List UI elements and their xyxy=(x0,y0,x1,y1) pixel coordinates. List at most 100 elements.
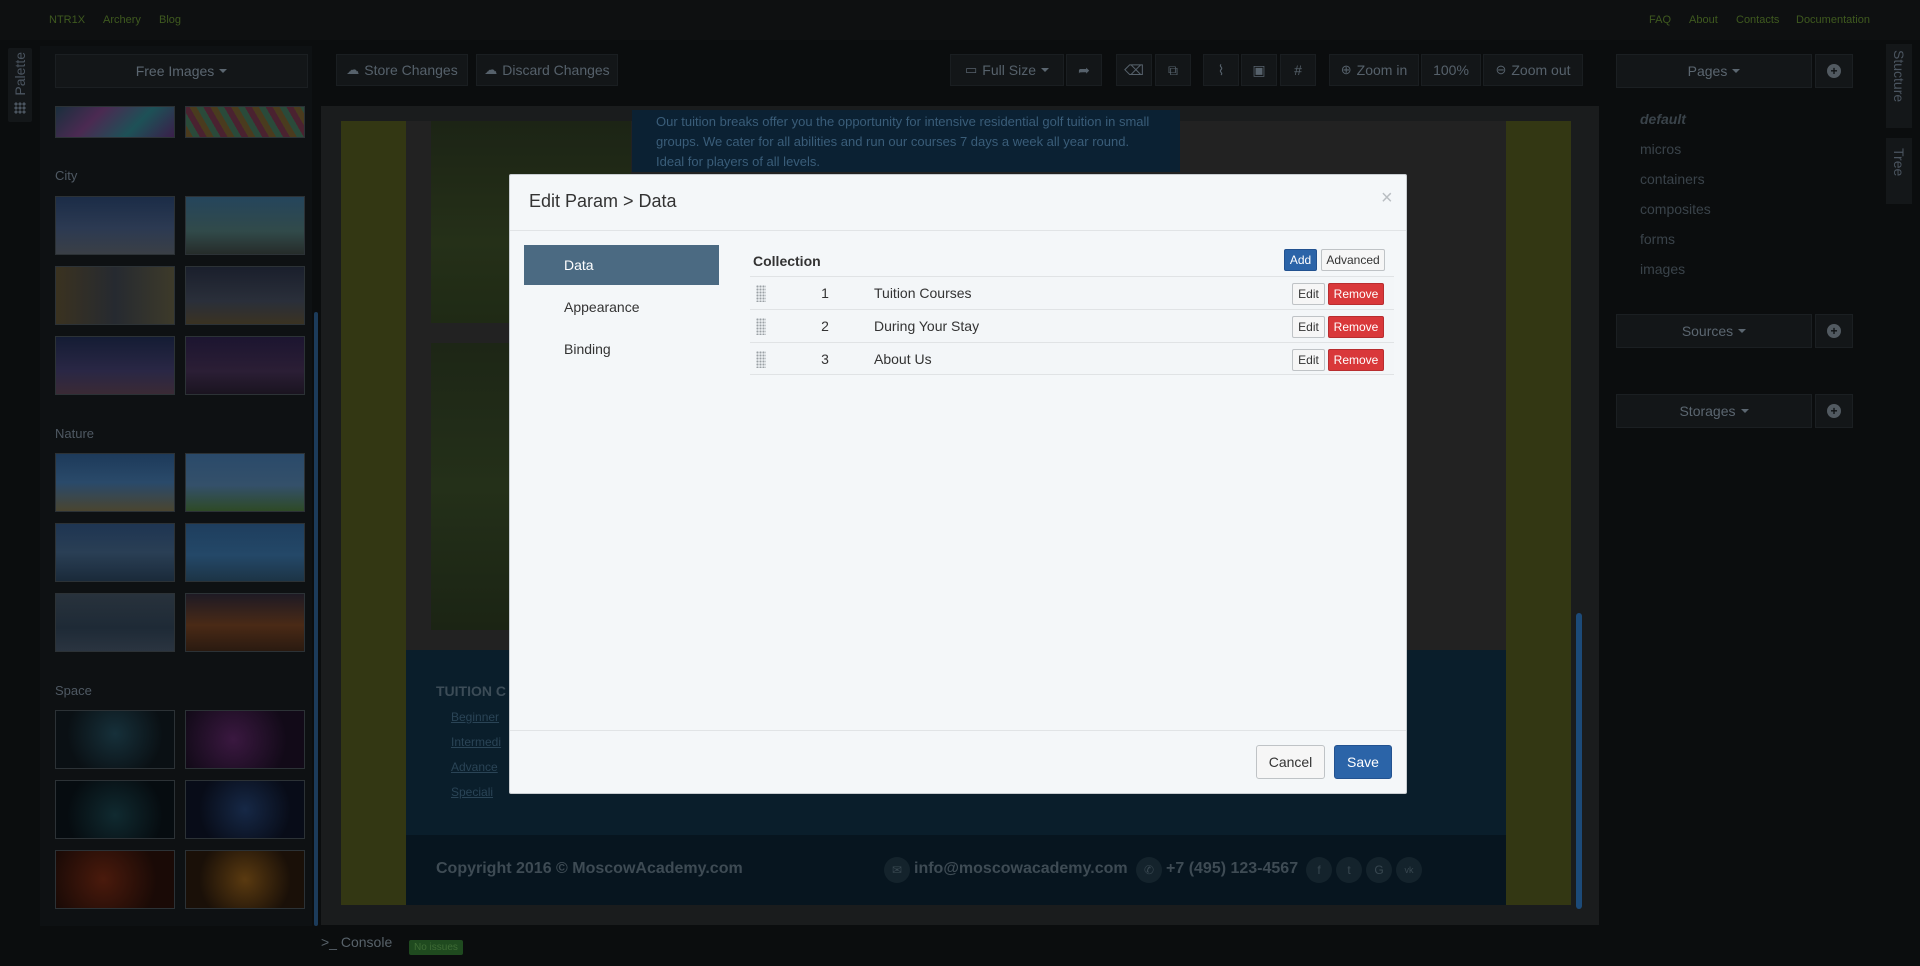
nav-link-about[interactable]: About xyxy=(1689,14,1718,26)
image-thumb[interactable] xyxy=(55,266,175,325)
collection-row[interactable]: 2 During Your Stay Edit Remove xyxy=(750,309,1394,342)
image-thumb[interactable] xyxy=(55,523,175,582)
facebook-icon[interactable]: f xyxy=(1306,857,1332,883)
image-thumb[interactable] xyxy=(185,196,305,255)
image-thumb[interactable] xyxy=(55,850,175,909)
pages-dropdown[interactable]: Pages xyxy=(1616,54,1812,88)
page-item-forms[interactable]: forms xyxy=(1640,231,1675,247)
palette-tab[interactable]: Palette xyxy=(8,48,32,122)
modal-tab-appearance[interactable]: Appearance xyxy=(524,287,719,327)
footer-link[interactable]: Advance xyxy=(451,760,498,774)
free-images-dropdown[interactable]: Free Images xyxy=(55,54,308,88)
structure-tab[interactable]: Stucture xyxy=(1886,44,1912,128)
page-item-micros[interactable]: micros xyxy=(1640,141,1681,157)
copy-button[interactable]: ⧉ xyxy=(1155,54,1191,86)
save-button[interactable]: Save xyxy=(1334,745,1392,779)
full-size-dropdown[interactable]: ▭ Full Size xyxy=(950,54,1064,86)
add-button[interactable]: Add xyxy=(1284,249,1317,271)
image-thumb[interactable] xyxy=(55,710,175,769)
nav-link-documentation[interactable]: Documentation xyxy=(1796,14,1870,26)
grid-button[interactable]: # xyxy=(1280,54,1316,86)
storages-label: Storages xyxy=(1679,403,1736,419)
terminal-icon: >_ xyxy=(321,934,337,950)
console-toggle[interactable]: >_ Console xyxy=(321,934,392,950)
nav-link-faq[interactable]: FAQ xyxy=(1649,14,1671,26)
image-thumb[interactable] xyxy=(185,523,305,582)
drag-handle-icon[interactable] xyxy=(756,351,766,368)
image-button[interactable]: ▣ xyxy=(1241,54,1277,86)
twitter-icon[interactable]: t xyxy=(1336,857,1362,883)
image-thumb[interactable] xyxy=(185,266,305,325)
envelope-icon: ✉ xyxy=(884,857,910,883)
collection-heading: Collection xyxy=(753,253,821,269)
image-thumb[interactable] xyxy=(185,453,305,512)
add-source-button[interactable]: + xyxy=(1815,314,1853,348)
image-thumb[interactable] xyxy=(55,196,175,255)
advanced-button[interactable]: Advanced xyxy=(1321,249,1385,271)
clear-button[interactable]: ⌫ xyxy=(1116,54,1152,86)
collection-row[interactable]: 1 Tuition Courses Edit Remove xyxy=(750,276,1394,309)
row-title: Tuition Courses xyxy=(874,285,972,301)
attach-button[interactable]: ⌇ xyxy=(1203,54,1239,86)
cancel-button[interactable]: Cancel xyxy=(1256,745,1325,779)
discard-changes-button[interactable]: ☁ Discard Changes xyxy=(476,54,618,86)
zoom-level[interactable]: 100% xyxy=(1421,54,1481,86)
zoom-out-label: Zoom out xyxy=(1511,62,1571,78)
drag-handle-icon[interactable] xyxy=(756,318,766,335)
image-thumb[interactable] xyxy=(185,710,305,769)
remove-button[interactable]: Remove xyxy=(1328,316,1384,338)
modal-tab-data[interactable]: Data xyxy=(524,245,719,285)
nav-link-archery[interactable]: Archery xyxy=(103,14,141,26)
nav-link-contacts[interactable]: Contacts xyxy=(1736,14,1779,26)
google-icon[interactable]: G xyxy=(1366,857,1392,883)
hashtag-icon: # xyxy=(1294,62,1302,78)
share-button[interactable]: ➦ xyxy=(1066,54,1102,86)
page-item-default[interactable]: default xyxy=(1640,111,1686,127)
image-thumb[interactable] xyxy=(185,780,305,839)
image-thumb[interactable] xyxy=(185,593,305,652)
contact-email[interactable]: info@moscowacademy.com xyxy=(914,860,1128,878)
image-thumb[interactable] xyxy=(185,106,305,138)
edit-button[interactable]: Edit xyxy=(1292,283,1325,305)
footer-link[interactable]: Speciali xyxy=(451,785,493,799)
page-item-composites[interactable]: composites xyxy=(1640,201,1711,217)
image-thumb[interactable] xyxy=(185,336,305,395)
collection-row[interactable]: 3 About Us Edit Remove xyxy=(750,342,1394,375)
image-thumb[interactable] xyxy=(55,336,175,395)
footer-link[interactable]: Intermedi xyxy=(451,735,501,749)
console-label: Console xyxy=(340,934,393,950)
canvas-scrollbar[interactable] xyxy=(1576,613,1582,909)
sources-dropdown[interactable]: Sources xyxy=(1616,314,1812,348)
add-storage-button[interactable]: + xyxy=(1815,394,1853,428)
add-page-button[interactable]: + xyxy=(1815,54,1853,88)
page-margin-left xyxy=(341,121,406,905)
close-icon[interactable]: × xyxy=(1381,187,1393,210)
image-thumb[interactable] xyxy=(55,106,175,138)
drag-handle-icon[interactable] xyxy=(756,285,766,302)
edit-button[interactable]: Edit xyxy=(1292,316,1325,338)
modal-tab-binding[interactable]: Binding xyxy=(524,329,719,369)
palette-scrollbar[interactable] xyxy=(314,312,318,926)
tree-tab[interactable]: Tree xyxy=(1886,138,1912,204)
remove-button[interactable]: Remove xyxy=(1328,283,1384,305)
footer-link[interactable]: Beginner xyxy=(451,710,499,724)
image-icon: ▣ xyxy=(1252,61,1266,78)
storages-dropdown[interactable]: Storages xyxy=(1616,394,1812,428)
image-thumb[interactable] xyxy=(55,780,175,839)
nav-link-ntr1x[interactable]: NTR1X xyxy=(49,14,85,26)
edit-button[interactable]: Edit xyxy=(1292,349,1325,371)
image-thumb[interactable] xyxy=(55,593,175,652)
zoom-out-button[interactable]: ⊖ Zoom out xyxy=(1483,54,1583,86)
vk-icon[interactable]: vk xyxy=(1396,857,1422,883)
page-item-containers[interactable]: containers xyxy=(1640,171,1705,187)
nav-link-blog[interactable]: Blog xyxy=(159,14,181,26)
store-changes-button[interactable]: ☁ Store Changes xyxy=(336,54,468,86)
tree-tab-label: Tree xyxy=(1891,148,1907,177)
eraser-icon: ⌫ xyxy=(1124,61,1144,78)
image-thumb[interactable] xyxy=(185,850,305,909)
remove-button[interactable]: Remove xyxy=(1328,349,1384,371)
image-thumb[interactable] xyxy=(55,453,175,512)
page-margin-right xyxy=(1506,121,1571,905)
zoom-in-button[interactable]: ⊕ Zoom in xyxy=(1329,54,1419,86)
page-item-images[interactable]: images xyxy=(1640,261,1685,277)
